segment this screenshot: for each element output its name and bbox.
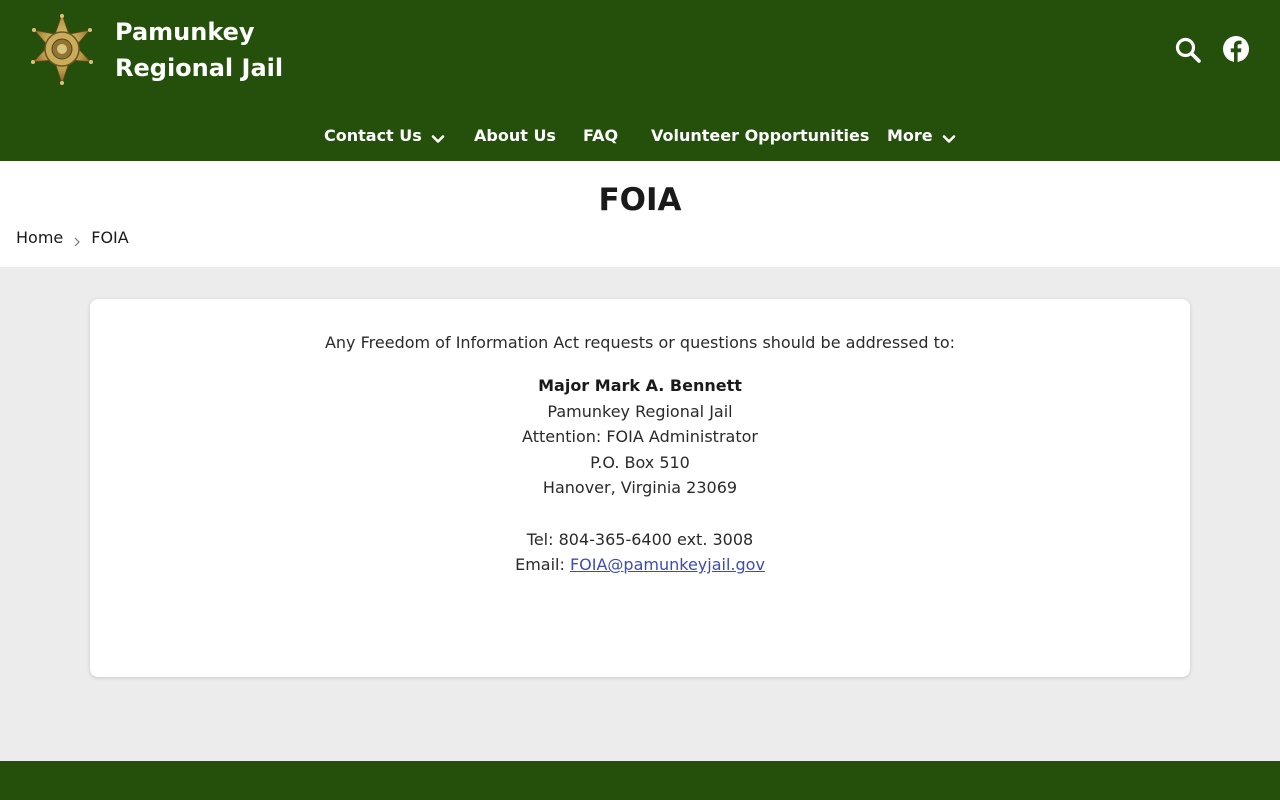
page-title-bar: FOIA Home FOIA <box>0 161 1280 267</box>
contact-name: Major Mark A. Bennett <box>538 376 742 395</box>
contact-city-state-zip: Hanover, Virginia 23069 <box>542 478 738 498</box>
intro-text: Any Freedom of Information Act requests … <box>324 333 956 352</box>
nav-item-label: More <box>887 126 933 145</box>
content-card: Any Freedom of Information Act requests … <box>90 299 1190 677</box>
contact-attention: Attention: FOIA Administrator <box>522 427 758 447</box>
email-link[interactable]: FOIA@pamunkeyjail.gov <box>570 555 765 574</box>
nav-item-label: FAQ <box>583 126 619 145</box>
contact-org: Pamunkey Regional Jail <box>547 401 733 421</box>
site-header: Pamunkey Regional Jail Contact Us About … <box>0 0 1280 161</box>
contact-po-box: P.O. Box 510 <box>590 452 690 472</box>
search-icon[interactable] <box>1174 36 1202 64</box>
nav-item-label: About Us <box>474 126 556 145</box>
email-label: Email: <box>515 555 565 575</box>
nav-item-faq[interactable]: FAQ <box>583 122 618 150</box>
nav-item-about-us[interactable]: About Us <box>474 122 556 150</box>
site-title[interactable]: Pamunkey Regional Jail <box>115 14 335 86</box>
breadcrumb: Home FOIA <box>16 227 129 249</box>
sheriff-star-logo[interactable] <box>25 12 99 86</box>
site-title-line2: Regional Jail <box>115 54 284 82</box>
facebook-icon[interactable] <box>1222 35 1250 63</box>
chevron-right-icon <box>71 232 83 247</box>
main-navigation: Contact Us About Us FAQ Volunteer Opport… <box>0 122 1280 152</box>
nav-item-contact-us[interactable]: Contact Us <box>324 122 446 150</box>
chevron-down-icon <box>430 128 446 144</box>
breadcrumb-current: FOIA <box>91 228 129 247</box>
nav-item-volunteer-opportunities[interactable]: Volunteer Opportunities <box>651 122 869 150</box>
chevron-down-icon <box>941 128 957 144</box>
page-title: FOIA <box>598 182 682 218</box>
nav-item-label: Contact Us <box>324 126 422 145</box>
contact-email-line: Email: FOIA@pamunkeyjail.gov <box>90 552 1190 578</box>
contact-telephone: Tel: 804-365-6400 ext. 3008 <box>526 529 754 549</box>
nav-item-label: Volunteer Opportunities <box>651 126 870 145</box>
contact-address: Major Mark A. Bennett Pamunkey Regional … <box>90 373 1190 578</box>
site-footer <box>0 761 1280 800</box>
breadcrumb-home-link[interactable]: Home <box>16 227 63 249</box>
site-title-line1: Pamunkey <box>115 18 255 46</box>
nav-item-more[interactable]: More <box>887 122 957 150</box>
